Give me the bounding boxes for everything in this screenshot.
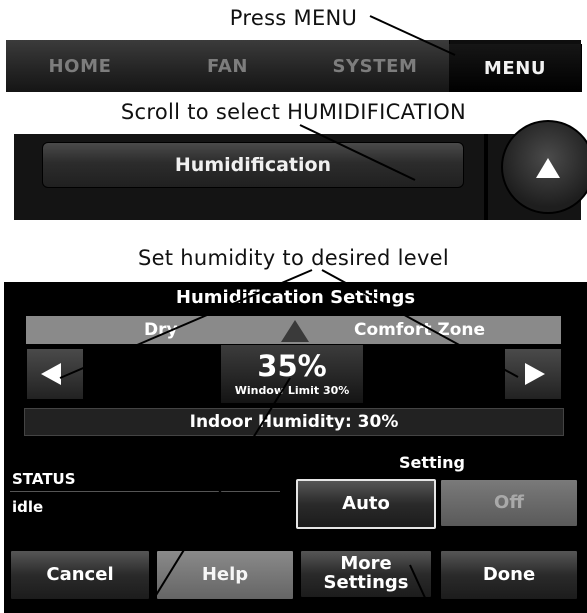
humidification-settings-screen: Humidification Settings Dry Comfort Zone…	[4, 282, 587, 613]
up-arrow-icon	[536, 158, 560, 178]
help-button[interactable]: Help	[156, 550, 294, 600]
increase-button[interactable]	[504, 348, 562, 400]
caption-set-humidity: Set humidity to desired level	[137, 246, 450, 270]
scale-right-label: Comfort Zone	[354, 320, 486, 340]
setpoint-display: 35% Window Limit 30%	[220, 344, 364, 404]
scale-left-label: Dry	[144, 320, 178, 340]
menu-list: Humidification	[14, 120, 587, 220]
window-limit-text: Window Limit 30%	[234, 384, 350, 397]
status-value: idle	[12, 498, 44, 516]
status-divider	[10, 491, 280, 492]
more-settings-button[interactable]: More Settings	[300, 550, 432, 598]
left-arrow-icon	[41, 363, 61, 385]
tab-home[interactable]: HOME	[6, 40, 155, 92]
list-item-humidification[interactable]: Humidification	[42, 142, 464, 188]
list-divider	[484, 134, 488, 220]
tab-menu[interactable]: MENU	[449, 44, 582, 92]
screen-title: Humidification Settings	[175, 287, 416, 308]
setpoint-value: 35%	[257, 349, 327, 383]
done-button[interactable]: Done	[440, 550, 578, 600]
caption-press-menu: Press MENU	[229, 6, 358, 30]
off-button[interactable]: Off	[440, 479, 578, 527]
auto-button[interactable]: Auto	[296, 479, 436, 529]
tab-bar: HOME FAN SYSTEM MENU	[6, 40, 582, 92]
scroll-up-button[interactable]	[501, 120, 587, 214]
tab-fan[interactable]: FAN	[154, 40, 302, 92]
setpoint-marker-icon	[281, 320, 309, 342]
status-label: STATUS	[12, 470, 76, 488]
setting-label: Setting	[399, 453, 465, 472]
tab-system[interactable]: SYSTEM	[301, 40, 450, 92]
cancel-button[interactable]: Cancel	[10, 550, 150, 600]
right-arrow-icon	[525, 363, 545, 385]
caption-scroll-select: Scroll to select HUMIDIFICATION	[120, 100, 467, 124]
indoor-humidity-readout: Indoor Humidity: 30%	[24, 408, 564, 436]
decrease-button[interactable]	[26, 348, 84, 400]
